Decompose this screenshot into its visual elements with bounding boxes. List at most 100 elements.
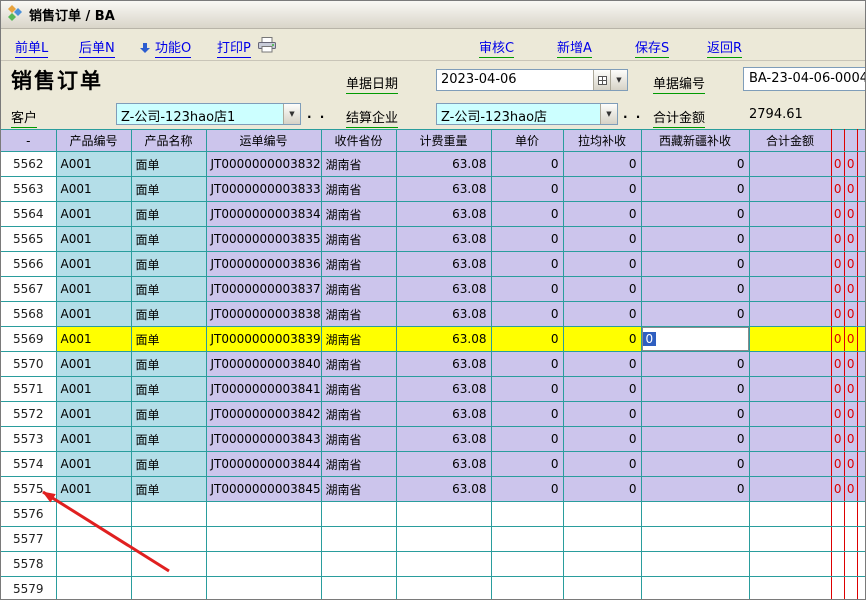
table-row-5566[interactable]: 5566A001面单JT0000000003836湖南省63.0800000 — [1, 252, 866, 277]
cell-product-name[interactable]: 面单 — [131, 202, 206, 227]
cell-avg-surcharge[interactable]: 0 — [563, 352, 641, 377]
row-number[interactable]: 5574 — [1, 452, 56, 477]
cell-xj-surcharge[interactable]: 0 — [641, 177, 749, 202]
printer-icon[interactable] — [257, 37, 277, 57]
row-number[interactable]: 5565 — [1, 227, 56, 252]
cell-unit-price[interactable]: 0 — [491, 227, 563, 252]
cell-avg-surcharge[interactable]: 0 — [563, 227, 641, 252]
cell-extra[interactable]: 0 — [844, 277, 857, 302]
customer-dropdown-arrow-icon[interactable]: ▼ — [283, 104, 300, 124]
cell-product-name[interactable]: 面单 — [131, 377, 206, 402]
cell-province[interactable]: 湖南省 — [321, 252, 396, 277]
cell-province[interactable]: 湖南省 — [321, 202, 396, 227]
cell-product-name[interactable]: 面单 — [131, 227, 206, 252]
customer-browse-button[interactable]: . . — [307, 107, 326, 121]
cell-waybill-no[interactable]: JT0000000003837 — [206, 277, 321, 302]
cell-empty[interactable] — [206, 527, 321, 552]
date-dropdown-arrow-icon[interactable]: ▼ — [610, 70, 627, 90]
cell-extra[interactable]: 0 — [831, 152, 844, 177]
save-button[interactable]: 保存S — [635, 37, 669, 58]
cell-weight[interactable]: 63.08 — [396, 202, 491, 227]
cell-extra[interactable] — [857, 177, 866, 202]
cell-extra[interactable]: 0 — [844, 327, 857, 352]
cell-product-code[interactable]: A001 — [56, 277, 131, 302]
cell-extra[interactable] — [857, 227, 866, 252]
cell-waybill-no[interactable]: JT0000000003845 — [206, 477, 321, 502]
cell-product-code[interactable]: A001 — [56, 227, 131, 252]
row-number[interactable]: 5571 — [1, 377, 56, 402]
cell-xj-surcharge[interactable]: 0 — [641, 377, 749, 402]
cell-line-total[interactable] — [749, 327, 831, 352]
cell-empty[interactable] — [844, 577, 857, 600]
cell-unit-price[interactable]: 0 — [491, 402, 563, 427]
table-row-5573[interactable]: 5573A001面单JT0000000003843湖南省63.0800000 — [1, 427, 866, 452]
cell-xj-surcharge[interactable]: 0 — [641, 402, 749, 427]
cell-xj-surcharge[interactable]: 0 — [641, 352, 749, 377]
cell-product-code[interactable]: A001 — [56, 152, 131, 177]
cell-avg-surcharge[interactable]: 0 — [563, 277, 641, 302]
cell-line-total[interactable] — [749, 252, 831, 277]
cell-empty[interactable] — [321, 527, 396, 552]
cell-extra[interactable] — [857, 377, 866, 402]
cell-waybill-no[interactable]: JT0000000003840 — [206, 352, 321, 377]
back-button[interactable]: 返回R — [707, 37, 742, 58]
cell-xj-surcharge-editor[interactable]: 0 — [641, 327, 749, 352]
cell-waybill-no[interactable]: JT0000000003836 — [206, 252, 321, 277]
column-header[interactable]: 产品名称 — [131, 130, 206, 152]
row-number[interactable]: 5566 — [1, 252, 56, 277]
cell-extra[interactable]: 0 — [844, 427, 857, 452]
cell-empty[interactable] — [206, 552, 321, 577]
cell-extra[interactable]: 0 — [831, 402, 844, 427]
cell-empty[interactable] — [749, 527, 831, 552]
cell-province[interactable]: 湖南省 — [321, 477, 396, 502]
cell-line-total[interactable] — [749, 177, 831, 202]
cell-province[interactable]: 湖南省 — [321, 427, 396, 452]
cell-waybill-no[interactable]: JT0000000003832 — [206, 152, 321, 177]
total-amount-label[interactable]: 合计金额 — [653, 107, 705, 128]
cell-product-name[interactable]: 面单 — [131, 252, 206, 277]
cell-empty[interactable] — [491, 577, 563, 600]
cell-xj-surcharge[interactable]: 0 — [641, 477, 749, 502]
cell-product-code[interactable]: A001 — [56, 302, 131, 327]
cell-product-name[interactable]: 面单 — [131, 177, 206, 202]
doc-date-label[interactable]: 单据日期 — [346, 73, 398, 94]
cell-empty[interactable] — [857, 577, 866, 600]
cell-extra[interactable]: 0 — [844, 152, 857, 177]
table-row-5577[interactable]: 5577 — [1, 527, 866, 552]
cell-empty[interactable] — [563, 502, 641, 527]
cell-weight[interactable]: 63.08 — [396, 427, 491, 452]
cell-weight[interactable]: 63.08 — [396, 252, 491, 277]
cell-empty[interactable] — [321, 552, 396, 577]
column-header[interactable]: 运单编号 — [206, 130, 321, 152]
cell-product-code[interactable]: A001 — [56, 202, 131, 227]
row-number[interactable]: 5572 — [1, 402, 56, 427]
cell-empty[interactable] — [641, 527, 749, 552]
cell-product-name[interactable]: 面单 — [131, 452, 206, 477]
table-row-5563[interactable]: 5563A001面单JT0000000003833湖南省63.0800000 — [1, 177, 866, 202]
cell-unit-price[interactable]: 0 — [491, 252, 563, 277]
cell-unit-price[interactable]: 0 — [491, 427, 563, 452]
cell-extra[interactable]: 0 — [831, 177, 844, 202]
cell-extra[interactable] — [857, 202, 866, 227]
table-row-5570[interactable]: 5570A001面单JT0000000003840湖南省63.0800000 — [1, 352, 866, 377]
row-number[interactable]: 5563 — [1, 177, 56, 202]
cell-line-total[interactable] — [749, 352, 831, 377]
cell-weight[interactable]: 63.08 — [396, 402, 491, 427]
table-row-5575[interactable]: 5575A001面单JT0000000003845湖南省63.0800000 — [1, 477, 866, 502]
cell-empty[interactable] — [206, 502, 321, 527]
cell-empty[interactable] — [131, 552, 206, 577]
cell-extra[interactable]: 0 — [831, 427, 844, 452]
cell-product-code[interactable]: A001 — [56, 327, 131, 352]
cell-extra[interactable] — [857, 352, 866, 377]
cell-waybill-no[interactable]: JT0000000003838 — [206, 302, 321, 327]
cell-empty[interactable] — [563, 527, 641, 552]
cell-extra[interactable] — [857, 152, 866, 177]
cell-unit-price[interactable]: 0 — [491, 352, 563, 377]
column-header[interactable]: 单价 — [491, 130, 563, 152]
prev-order-button[interactable]: 前单L — [15, 37, 48, 58]
cell-province[interactable]: 湖南省 — [321, 302, 396, 327]
table-row-5579[interactable]: 5579 — [1, 577, 866, 600]
cell-empty[interactable] — [831, 552, 844, 577]
cell-avg-surcharge[interactable]: 0 — [563, 377, 641, 402]
cell-line-total[interactable] — [749, 302, 831, 327]
